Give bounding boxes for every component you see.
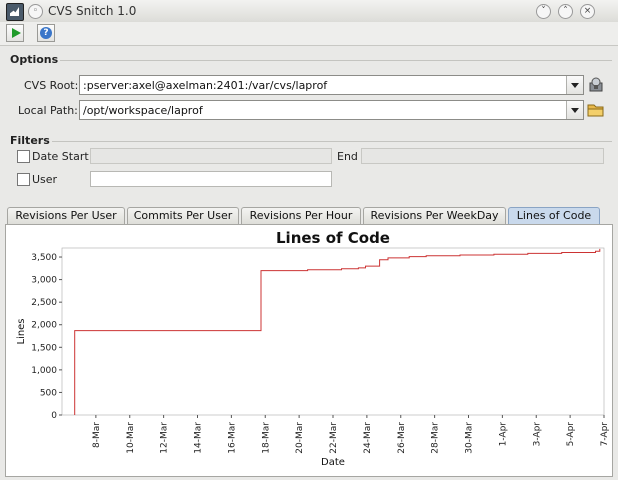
date-start-label: Date Start [32,150,89,163]
help-icon: ? [40,27,52,39]
user-checkbox[interactable] [17,173,30,186]
minimize-button[interactable]: ˅ [536,4,551,19]
help-button[interactable]: ? [37,24,55,42]
local-path-label: Local Path: [18,104,78,117]
x-tick-label: 16-Mar [227,422,237,454]
filters-divider [52,141,612,142]
x-tick-label: 18-Mar [261,422,271,454]
browse-folder-button[interactable] [587,101,605,119]
combo-arrow-icon[interactable] [566,101,583,119]
cvs-root-combo[interactable]: :pserver:axel@axelman:2401:/var/cvs/lapr… [79,75,584,95]
lines-of-code-chart: Lines of Code 0 500 1,000 1,500 2,000 2,500 3,0… [16,229,610,468]
run-icon [12,28,21,38]
tab-revisions-per-hour[interactable]: Revisions Per Hour [241,207,361,224]
x-axis-label: Date [321,457,345,468]
x-tick-label: 8-Mar [92,422,102,448]
filters-title: Filters [10,134,50,147]
x-tick-label: 3-Apr [532,422,542,447]
tab-revisions-per-weekday[interactable]: Revisions Per WeekDay [363,207,506,224]
y-tick-label: 2,500 [31,298,57,308]
tab-lines-of-code[interactable]: Lines of Code [508,207,600,224]
x-tick-label: 1-Apr [498,422,508,447]
date-start-field[interactable] [90,148,332,164]
title-bar: ◦ CVS Snitch 1.0 ˅ ˄ × [0,0,618,23]
user-field[interactable] [90,171,332,187]
combo-arrow-icon[interactable] [566,76,583,94]
y-tick-label: 1,000 [31,366,57,376]
run-button[interactable] [6,24,24,42]
end-label: End [337,150,358,163]
x-tick-label: 26-Mar [397,422,407,454]
x-tick-label: 7-Apr [600,422,610,447]
date-start-checkbox[interactable] [17,150,30,163]
y-tick-label: 500 [40,388,57,398]
y-tick-label: 1,500 [31,343,57,353]
chart-panel: Lines of Code 0 500 1,000 1,500 2,000 2,500 3,0… [5,224,613,477]
options-divider [60,60,612,61]
app-icon [6,3,24,21]
x-tick-label: 14-Mar [194,422,204,454]
x-tick-label: 10-Mar [126,422,136,454]
y-tick-label: 2,000 [31,321,57,331]
x-tick-label: 28-Mar [431,422,441,454]
x-tick-label: 24-Mar [363,422,373,454]
end-date-field[interactable] [361,148,604,164]
maximize-button[interactable]: ˄ [558,4,573,19]
options-title: Options [10,53,59,66]
user-label: User [32,173,58,186]
x-tick-label: 20-Mar [295,422,305,454]
x-tick-label: 30-Mar [465,422,475,454]
y-tick-label: 0 [51,411,57,421]
window-menu-button[interactable]: ◦ [28,4,43,19]
local-path-value: /opt/workspace/laprof [83,104,203,117]
tab-commits-per-user[interactable]: Commits Per User [127,207,239,224]
y-tick-label: 3,000 [31,276,57,286]
cvs-connect-button[interactable] [587,76,605,94]
cvs-root-label: CVS Root: [24,79,79,92]
y-axis-label: Lines [16,318,27,344]
x-tick-label: 5-Apr [566,422,576,447]
toolbar: ? [0,22,618,46]
chart-title: Lines of Code [276,229,390,247]
local-path-combo[interactable]: /opt/workspace/laprof [79,100,584,120]
close-button[interactable]: × [580,4,595,19]
x-tick-label: 22-Mar [329,422,339,454]
folder-icon [587,104,604,117]
x-tick-label: 12-Mar [160,422,170,454]
plot-area [61,247,605,416]
cvs-root-value: :pserver:axel@axelman:2401:/var/cvs/lapr… [83,79,328,92]
y-tick-label: 3,500 [31,253,57,263]
tab-revisions-per-user[interactable]: Revisions Per User [7,207,125,224]
window-title: CVS Snitch 1.0 [48,4,137,18]
cvs-connect-icon [589,77,603,92]
